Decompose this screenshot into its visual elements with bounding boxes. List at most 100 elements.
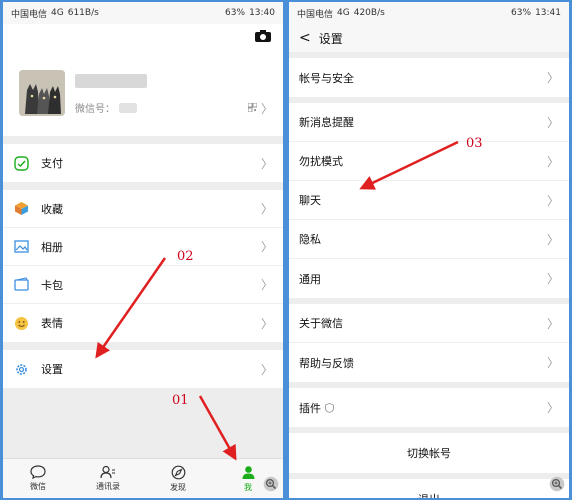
wechat-id-blurred xyxy=(119,102,137,113)
chevron-right-icon: 〉 xyxy=(260,202,273,216)
settings-item-label: 帮助与反馈 xyxy=(299,356,354,370)
shield-icon xyxy=(325,402,334,413)
switch-account-label: 切换帐号 xyxy=(407,447,451,460)
qr-code-icon[interactable] xyxy=(248,103,257,112)
settings-item-label: 隐私 xyxy=(299,233,321,246)
menu-item-label: 相册 xyxy=(41,240,63,254)
logout-label: 退出 xyxy=(418,491,440,498)
settings-item-about[interactable]: 关于微信 〉 xyxy=(289,304,569,343)
chevron-right-icon: 〉 xyxy=(260,278,273,292)
about-group: 关于微信 〉 帮助与反馈 〉 xyxy=(289,304,569,382)
clock: 13:41 xyxy=(535,8,561,18)
tab-label: 微信 xyxy=(30,482,46,491)
menu-item-card-wallet[interactable]: 卡包 〉 xyxy=(3,266,283,304)
chevron-right-icon: 〉 xyxy=(260,240,273,254)
chevron-right-icon: 〉 xyxy=(546,316,559,331)
menu-item-stickers[interactable]: 表情 〉 xyxy=(3,304,283,342)
avatar[interactable] xyxy=(19,70,65,116)
menu-item-album[interactable]: 相册 〉 xyxy=(3,228,283,266)
chevron-right-icon: 〉 xyxy=(546,154,559,169)
chevron-right-icon: 〉 xyxy=(546,272,559,286)
settings-item-privacy[interactable]: 隐私 〉 xyxy=(289,220,569,259)
menu-item-pay[interactable]: 支付 〉 xyxy=(3,144,283,182)
gear-icon xyxy=(13,361,29,377)
wechat-pay-icon xyxy=(13,155,29,171)
wechat-id: 微信号： xyxy=(75,100,137,115)
menu-item-label: 支付 xyxy=(41,157,63,170)
favorites-box-icon xyxy=(13,201,29,217)
status-bar: 中国电信 4G 420B/s 63% 13:41 xyxy=(289,2,569,24)
tab-discover[interactable]: 发现 xyxy=(143,459,213,498)
settings-item-label: 勿扰模式 xyxy=(299,155,343,168)
tab-chats[interactable]: 微信 xyxy=(3,459,73,498)
signal-label: 4G xyxy=(337,8,350,18)
network-speed: 611B/s xyxy=(67,8,99,18)
chevron-right-icon: 〉 xyxy=(546,115,559,130)
battery-level: 63% xyxy=(511,8,532,18)
person-icon xyxy=(242,465,254,479)
settings-item-label: 聊天 xyxy=(299,194,321,207)
chevron-right-icon: 〉 xyxy=(260,102,273,116)
menu-item-favorites[interactable]: 收藏 〉 xyxy=(3,190,283,228)
plugins-label-wrap: 插件 xyxy=(299,400,334,416)
step-label-01: 01 xyxy=(172,393,189,408)
chevron-right-icon: 〉 xyxy=(546,401,559,415)
plugins-group: 插件 〉 xyxy=(289,388,569,427)
settings-item-label: 新消息提醒 xyxy=(299,116,354,129)
smiley-icon xyxy=(13,315,29,331)
menu-item-label: 收藏 xyxy=(41,202,63,216)
settings-item-general[interactable]: 通用 〉 xyxy=(289,259,569,298)
settings-item-new-message-alerts[interactable]: 新消息提醒 〉 xyxy=(289,103,569,142)
menu-item-label: 表情 xyxy=(41,317,63,330)
pay-group: 支付 〉 xyxy=(3,144,283,182)
chat-bubble-icon xyxy=(30,465,46,479)
camera-icon[interactable] xyxy=(255,30,271,42)
settings-item-account-security[interactable]: 帐号与安全 〉 xyxy=(289,58,569,97)
tab-contacts[interactable]: 通讯录 xyxy=(73,459,143,498)
step-label-03: 03 xyxy=(466,136,483,151)
step-label-02: 02 xyxy=(177,249,194,264)
battery-level: 63% xyxy=(225,8,246,18)
chevron-right-icon: 〉 xyxy=(260,316,273,331)
chevron-right-icon: 〉 xyxy=(546,232,559,247)
settings-item-label: 通用 xyxy=(299,272,321,286)
compass-icon xyxy=(171,465,185,479)
carrier-label: 中国电信 xyxy=(297,9,334,20)
settings-item-chat[interactable]: 聊天 〉 xyxy=(289,181,569,220)
clock: 13:40 xyxy=(249,8,275,18)
chevron-right-icon: 〉 xyxy=(546,193,559,208)
general-settings-group: 新消息提醒 〉 勿扰模式 〉 聊天 〉 隐私 〉 通用 〉 xyxy=(289,103,569,298)
settings-item-label: 帐号与安全 xyxy=(299,71,354,85)
settings-group: 设置 〉 xyxy=(3,350,283,388)
switch-account-button[interactable]: 切换帐号 xyxy=(289,433,569,473)
me-screen: 中国电信 4G 611B/s 63% 13:40 微信号： 〉 支付 〉 收藏 … xyxy=(3,2,283,498)
tab-label: 通讯录 xyxy=(96,482,120,491)
page-title: 设置 xyxy=(318,31,343,46)
settings-item-help-feedback[interactable]: 帮助与反馈 〉 xyxy=(289,343,569,382)
settings-item-plugins[interactable]: 插件 〉 xyxy=(289,388,569,427)
chevron-right-icon: 〉 xyxy=(260,156,273,171)
account-group: 帐号与安全 〉 xyxy=(289,58,569,97)
chevron-right-icon: 〉 xyxy=(546,71,559,85)
logout-button[interactable]: 退出 xyxy=(289,479,569,498)
signal-label: 4G xyxy=(51,8,64,18)
album-image-icon xyxy=(13,239,29,255)
menu-item-settings[interactable]: 设置 〉 xyxy=(3,350,283,388)
settings-screen: 中国电信 4G 420B/s 63% 13:41 < 设置 帐号与安全 〉 新消… xyxy=(289,2,569,498)
profile-card[interactable]: 微信号： 〉 xyxy=(3,24,283,136)
settings-item-label: 插件 xyxy=(299,401,321,415)
zoom-in-icon[interactable] xyxy=(263,476,279,492)
chevron-right-icon: 〉 xyxy=(546,356,559,370)
cats-photo xyxy=(19,70,65,116)
settings-item-do-not-disturb[interactable]: 勿扰模式 〉 xyxy=(289,142,569,181)
contacts-icon xyxy=(100,465,115,479)
network-speed: 420B/s xyxy=(353,8,385,18)
tab-label: 发现 xyxy=(170,482,186,492)
carrier-label: 中国电信 xyxy=(11,9,48,20)
settings-item-label: 关于微信 xyxy=(299,317,343,330)
nickname-blurred xyxy=(75,74,147,88)
chevron-right-icon: 〉 xyxy=(260,362,273,377)
back-arrow-icon[interactable]: < xyxy=(299,30,311,46)
menu-item-label: 设置 xyxy=(41,363,63,376)
zoom-in-icon[interactable] xyxy=(549,476,565,492)
